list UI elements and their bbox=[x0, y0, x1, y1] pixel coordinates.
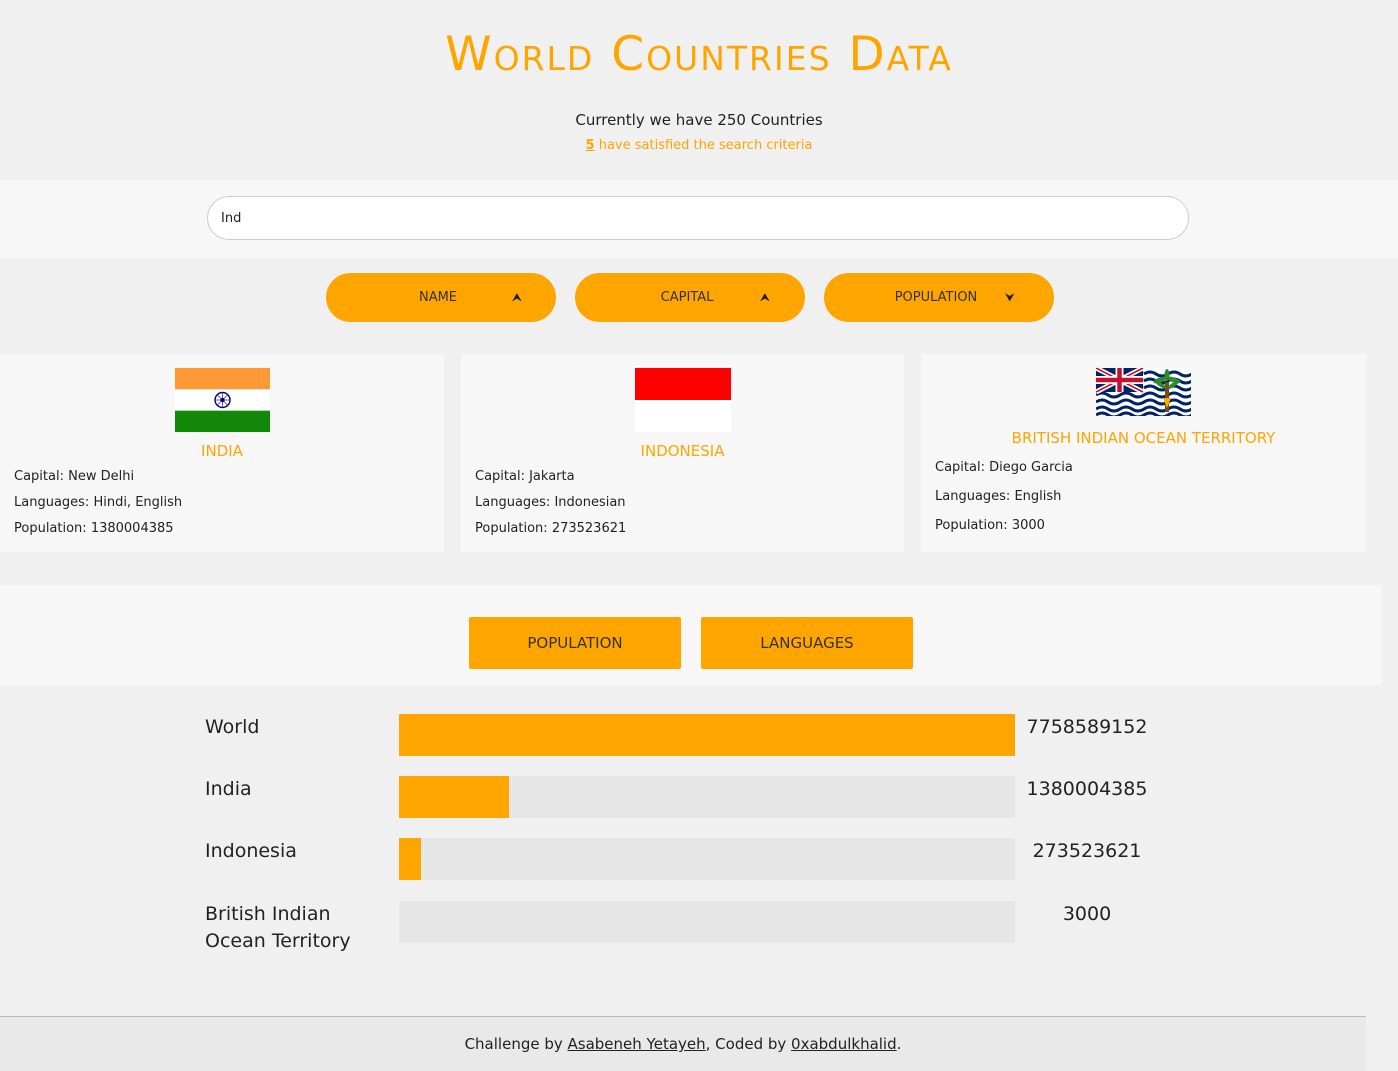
sort-by-population-label: POPULATION bbox=[894, 290, 978, 305]
country-name: India bbox=[201, 442, 243, 460]
footer-suffix: . bbox=[896, 1035, 902, 1053]
country-card-biot: British Indian Ocean Territory Capital: … bbox=[921, 354, 1366, 552]
coder-link[interactable]: 0xabdulkhalid bbox=[791, 1035, 897, 1053]
stat-bar-track bbox=[399, 776, 1015, 818]
country-languages: Languages: English bbox=[935, 489, 1062, 504]
stat-label: India bbox=[205, 778, 252, 800]
country-card-indonesia: Indonesia Capital: Jakarta Languages: In… bbox=[461, 354, 904, 552]
arrow-down-icon: ⮟ bbox=[1004, 290, 1015, 304]
footer-prefix: Challenge by bbox=[464, 1035, 568, 1053]
country-population: Population: 273523621 bbox=[475, 521, 627, 536]
country-name: Indonesia bbox=[640, 442, 725, 460]
country-languages: Languages: Indonesian bbox=[475, 495, 626, 510]
country-capital: Capital: New Delhi bbox=[14, 469, 135, 484]
population-tab-button[interactable]: POPULATION bbox=[469, 617, 681, 669]
search-result-info: 5 have satisfied the search criteria bbox=[0, 138, 1398, 154]
sort-by-name-label: NAME bbox=[418, 290, 458, 305]
stat-value: 273523621 bbox=[1032, 840, 1142, 862]
stat-bar-track bbox=[399, 901, 1015, 943]
footer-middle: , Coded by bbox=[705, 1035, 792, 1053]
country-languages: Languages: Hindi, English bbox=[14, 495, 183, 510]
arrow-up-icon: ⮝ bbox=[511, 290, 522, 304]
country-count-text: Currently we have 250 Countries bbox=[575, 111, 823, 129]
stat-label: World bbox=[205, 716, 260, 738]
page-header: World Countries Data Currently we have 2… bbox=[0, 0, 1398, 154]
arrow-up-icon: ⮝ bbox=[759, 290, 770, 304]
sort-by-capital-label: CAPITAL bbox=[660, 290, 714, 305]
stat-bar-track bbox=[399, 714, 1015, 756]
stat-value: 7758589152 bbox=[1026, 716, 1148, 738]
country-capital: Capital: Diego Garcia bbox=[935, 460, 1073, 475]
country-card-india: India Capital: New Delhi Languages: Hind… bbox=[0, 354, 444, 552]
stat-bar-fill bbox=[399, 838, 421, 880]
stat-value: 3000 bbox=[1062, 903, 1112, 925]
page-title: World Countries Data bbox=[445, 27, 953, 82]
stats-tab-band bbox=[0, 585, 1382, 685]
search-input[interactable] bbox=[207, 196, 1189, 240]
country-capital: Capital: Jakarta bbox=[475, 469, 575, 484]
country-population: Population: 3000 bbox=[935, 518, 1045, 533]
match-count: 5 bbox=[585, 138, 595, 153]
sort-by-capital-button[interactable]: CAPITAL ⮝ bbox=[575, 273, 805, 322]
stat-bar-fill bbox=[399, 714, 1015, 756]
match-text: have satisfied the search criteria bbox=[594, 138, 813, 153]
languages-tab-button[interactable]: LANGUAGES bbox=[701, 617, 913, 669]
author-link[interactable]: Asabeneh Yetayeh bbox=[568, 1035, 706, 1053]
page-footer: Challenge by Asabeneh Yetayeh, Coded by … bbox=[0, 1016, 1366, 1071]
stat-value: 1380004385 bbox=[1026, 778, 1148, 800]
sort-by-population-button[interactable]: POPULATION ⮟ bbox=[824, 273, 1054, 322]
indonesia-flag-icon bbox=[635, 368, 731, 432]
biot-flag-icon bbox=[1096, 368, 1191, 416]
country-population: Population: 1380004385 bbox=[14, 521, 174, 536]
stat-label: Indonesia bbox=[205, 840, 297, 862]
stat-label: British Indian Ocean Territory bbox=[205, 903, 351, 952]
sort-by-name-button[interactable]: NAME ⮝ bbox=[326, 273, 556, 322]
india-flag-icon bbox=[175, 368, 270, 432]
stat-bar-track bbox=[399, 838, 1015, 880]
country-name: British Indian Ocean Territory bbox=[1011, 429, 1276, 447]
stat-bar-fill bbox=[399, 776, 509, 818]
